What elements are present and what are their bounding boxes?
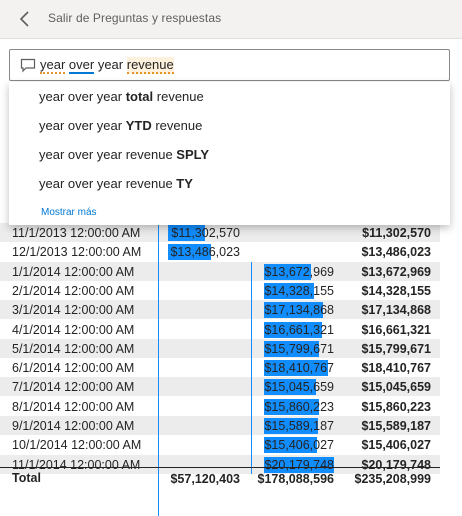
date-cell: 7/1/2014 12:00:00 AM <box>12 380 135 395</box>
back-arrow-icon[interactable] <box>16 9 34 29</box>
col2-cell: $15,045,659 <box>264 380 334 395</box>
date-cell: 12/1/2013 12:00:00 AM <box>12 245 142 260</box>
col3-cell: $18,410,767 <box>361 361 431 376</box>
col3-cell: $16,661,321 <box>361 322 431 337</box>
col3-cell: $17,134,868 <box>361 303 431 318</box>
total-col2: $178,088,596 <box>257 472 334 486</box>
qa-question-text[interactable]: year over year revenue <box>40 57 174 74</box>
qa-token: over <box>68 57 95 74</box>
table-row: 10/1/2014 12:00:00 AM $15,406,027 $15,406,… <box>0 435 440 454</box>
total-row: Total $57,120,403 $178,088,596 $235,208,… <box>0 467 440 490</box>
table-row: 7/1/2014 12:00:00 AM $15,045,659 $15,045,6… <box>0 377 440 397</box>
date-cell: 2/1/2014 12:00:00 AM <box>12 283 135 298</box>
suggestion-item[interactable]: year over year YTD revenue <box>39 118 202 133</box>
suggestion-dropdown: year over year total revenue year over y… <box>9 82 450 225</box>
total-col3: $235,208,999 <box>354 472 431 486</box>
table-row: 4/1/2014 12:00:00 AM $16,661,321 $16,661,3… <box>0 320 440 339</box>
suggestion-item[interactable]: year over year total revenue <box>39 89 204 104</box>
table-row: 1/1/2014 12:00:00 AM $13,672,969 $13,672,9… <box>0 261 440 281</box>
col3-cell: $15,589,187 <box>361 419 431 433</box>
col3-cell: $15,799,671 <box>361 341 431 356</box>
table-row: 12/1/2013 12:00:00 AM $13,486,023 $13,486,… <box>0 242 440 261</box>
col2-cell: $17,134,868 <box>264 303 334 318</box>
col3-cell: $14,328,155 <box>361 283 431 298</box>
col3-cell: $15,406,027 <box>361 438 431 453</box>
total-col1: $57,120,403 <box>170 472 240 486</box>
date-cell: 5/1/2014 12:00:00 AM <box>12 341 135 356</box>
exit-qa-link[interactable]: Salir de Preguntas y respuestas <box>48 11 221 25</box>
suggestion-item[interactable]: year over year revenue TY <box>39 176 193 191</box>
col2-cell: $14,328,155 <box>264 283 334 298</box>
date-cell: 10/1/2014 12:00:00 AM <box>12 438 142 453</box>
table-row: 6/1/2014 12:00:00 AM $18,410,767 $18,410,7… <box>0 358 440 377</box>
col3-cell: $15,045,659 <box>361 380 431 395</box>
col2-cell: $18,410,767 <box>264 361 334 376</box>
chat-bubble-icon <box>20 58 36 73</box>
table-row: 8/1/2014 12:00:00 AM $15,860,223 $15,860,2… <box>0 397 440 416</box>
col3-cell: $13,486,023 <box>361 245 431 260</box>
date-cell: 9/1/2014 12:00:00 AM <box>12 419 135 433</box>
col3-cell: $11,302,570 <box>362 226 431 240</box>
date-cell: 6/1/2014 12:00:00 AM <box>12 361 135 376</box>
col1-cell: $13,486,023 <box>170 245 240 260</box>
col2-cell: $16,661,321 <box>264 322 334 337</box>
qa-token: year <box>40 57 66 74</box>
total-label: Total <box>12 471 41 485</box>
table-row: 11/1/2013 12:00:00 AM $11,302,570 $11,302,… <box>0 223 440 242</box>
table-row: 3/1/2014 12:00:00 AM $17,134,868 $17,134,8… <box>0 300 440 320</box>
qa-question-input[interactable]: year over year revenue <box>9 49 450 81</box>
date-cell: 3/1/2014 12:00:00 AM <box>12 303 135 318</box>
qa-header: Salir de Preguntas y respuestas <box>0 0 462 39</box>
col2-cell: $15,589,187 <box>264 419 334 433</box>
col3-cell: $13,672,969 <box>361 264 431 279</box>
table-row: 2/1/2014 12:00:00 AM $14,328,155 $14,328,1… <box>0 281 440 300</box>
col2-cell: $15,406,027 <box>264 438 334 453</box>
show-more-link[interactable]: Mostrar más <box>41 207 97 218</box>
col2-cell: $15,860,223 <box>264 399 334 414</box>
col2-cell: $15,799,671 <box>264 341 334 356</box>
table-row: 9/1/2014 12:00:00 AM $15,589,187 $15,589,1… <box>0 416 440 435</box>
qa-token: year <box>94 57 127 72</box>
table-row: 5/1/2014 12:00:00 AM $15,799,671 $15,799,6… <box>0 338 440 358</box>
suggestion-item[interactable]: year over year revenue SPLY <box>39 147 209 162</box>
bar-axis-line <box>251 261 252 474</box>
col1-cell: $11,302,570 <box>171 226 240 240</box>
col2-cell: $13,672,969 <box>264 264 334 279</box>
date-cell: 4/1/2014 12:00:00 AM <box>12 322 135 337</box>
date-cell: 11/1/2013 12:00:00 AM <box>12 226 141 240</box>
date-cell: 8/1/2014 12:00:00 AM <box>12 399 135 414</box>
col3-cell: $15,860,223 <box>361 399 431 414</box>
qa-token: revenue <box>126 57 174 74</box>
date-cell: 1/1/2014 12:00:00 AM <box>12 264 135 279</box>
